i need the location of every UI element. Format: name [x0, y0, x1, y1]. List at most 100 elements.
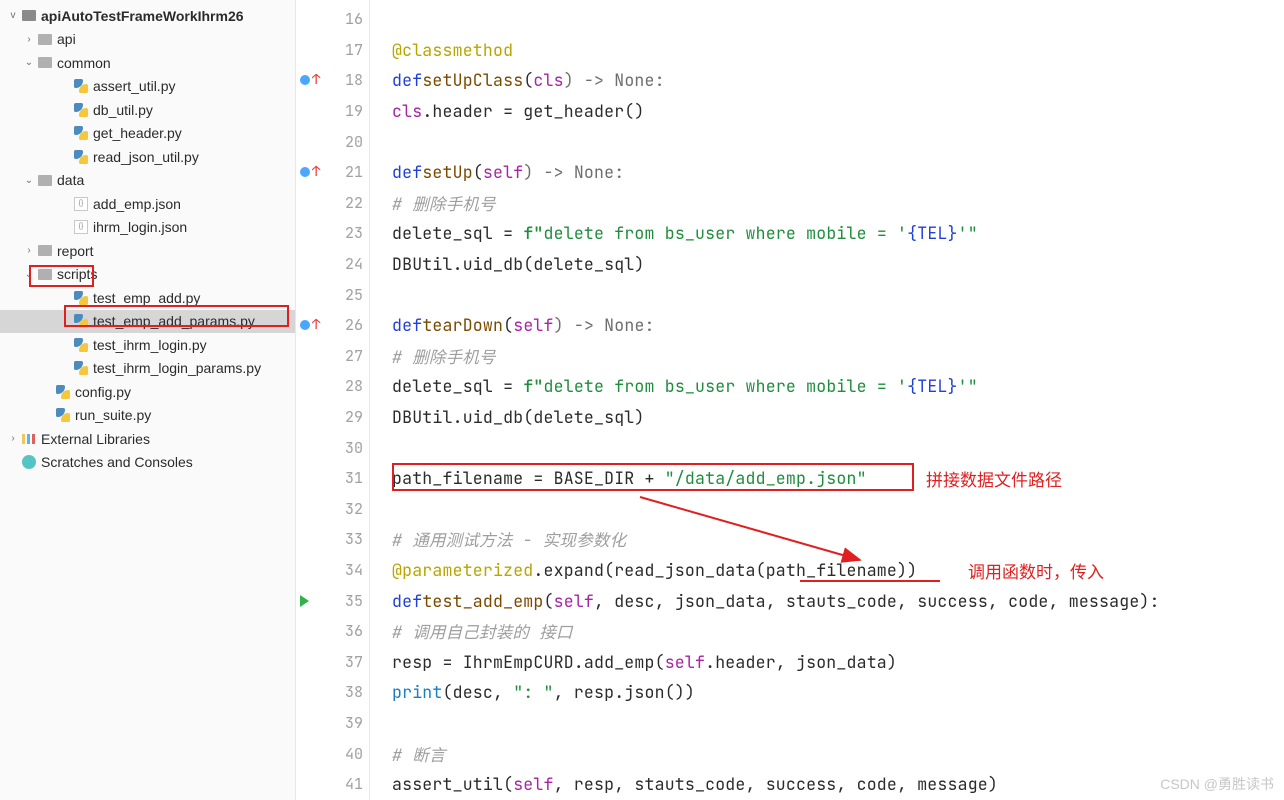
gutter-row[interactable]: 31	[296, 463, 369, 494]
gutter-row[interactable]: 40	[296, 738, 369, 769]
chevron-down-icon[interactable]: ⌄	[22, 57, 36, 68]
project-root[interactable]: v apiAutoTestFrameWorkIhrm26	[0, 4, 295, 28]
tree-item-label: api	[57, 31, 76, 47]
line-number: 23	[339, 223, 363, 243]
gutter-row[interactable]: 16	[296, 4, 369, 35]
line-number: 30	[339, 438, 363, 458]
gutter-row[interactable]: 20	[296, 126, 369, 157]
chevron-down-icon[interactable]: v	[6, 10, 20, 21]
tree-item[interactable]: {}add_emp.json	[0, 192, 295, 216]
line-number: 16	[339, 9, 363, 29]
tree-item-label: ihrm_login.json	[93, 219, 187, 235]
folder-icon	[38, 245, 52, 256]
line-number: 20	[339, 132, 363, 152]
override-marker-icon[interactable]	[300, 75, 310, 85]
line-number: 31	[339, 468, 363, 488]
gutter-row[interactable]: 29	[296, 402, 369, 433]
gutter-row[interactable]: ↑ 21	[296, 157, 369, 188]
python-file-icon	[74, 361, 88, 375]
gutter-row[interactable]: 34	[296, 555, 369, 586]
python-file-icon	[74, 79, 88, 93]
folder-icon	[38, 175, 52, 186]
gutter-row[interactable]: 30	[296, 432, 369, 463]
gutter-row[interactable]: 37	[296, 646, 369, 677]
run-test-icon[interactable]	[300, 595, 309, 607]
tree-item[interactable]: read_json_util.py	[0, 145, 295, 169]
gutter-row[interactable]: 28	[296, 371, 369, 402]
json-file-icon: {}	[74, 197, 88, 211]
tree-item[interactable]: ⌄common	[0, 51, 295, 75]
watermark: CSDN @勇胜读书	[1160, 774, 1274, 794]
folder-icon	[38, 34, 52, 45]
gutter-row[interactable]: ↑ 18	[296, 65, 369, 96]
chevron-right-icon[interactable]: ›	[22, 34, 36, 45]
editor-gutter: 1617↑181920↑2122232425↑26272829303132333…	[296, 0, 370, 800]
tree-item[interactable]: Scratches and Consoles	[0, 451, 295, 475]
project-tree: v apiAutoTestFrameWorkIhrm26 › api ⌄common…	[0, 0, 296, 800]
tree-item-label: report	[57, 243, 94, 259]
override-marker-icon[interactable]	[300, 167, 310, 177]
tree-item[interactable]: › report	[0, 239, 295, 263]
chevron-down-icon[interactable]: ⌄	[22, 175, 36, 186]
gutter-row[interactable]: 23	[296, 218, 369, 249]
python-file-icon	[74, 314, 88, 328]
line-number: 35	[339, 591, 363, 611]
chevron-down-icon[interactable]: ⌄	[22, 269, 36, 280]
line-number: 24	[339, 254, 363, 274]
tree-item[interactable]: db_util.py	[0, 98, 295, 122]
gutter-row[interactable]: 41	[296, 769, 369, 800]
annotation-text-2: 调用函数时，传入	[968, 558, 1104, 583]
tree-item-label: data	[57, 172, 84, 188]
annotation-underline	[800, 580, 940, 582]
tree-item-label: run_suite.py	[75, 407, 151, 423]
tree-item[interactable]: {}ihrm_login.json	[0, 216, 295, 240]
tree-item-label: test_emp_add.py	[93, 290, 200, 306]
gutter-row[interactable]: 38	[296, 677, 369, 708]
tree-item-label: test_ihrm_login_params.py	[93, 360, 261, 376]
override-marker-icon[interactable]	[300, 320, 310, 330]
gutter-row[interactable]: 24	[296, 249, 369, 280]
tree-item[interactable]: get_header.py	[0, 122, 295, 146]
tree-item[interactable]: run_suite.py	[0, 404, 295, 428]
annotation-text-1: 拼接数据文件路径	[926, 466, 1062, 491]
line-number: 36	[339, 621, 363, 641]
line-number: 22	[339, 193, 363, 213]
gutter-row[interactable]: ↑26	[296, 310, 369, 341]
line-number: 21	[339, 162, 363, 182]
tree-item[interactable]: ›External Libraries	[0, 427, 295, 451]
gutter-row[interactable]: 27	[296, 341, 369, 372]
line-number: 40	[339, 744, 363, 764]
tree-item[interactable]: ⌄scripts	[0, 263, 295, 287]
line-number: 17	[339, 40, 363, 60]
python-file-icon	[56, 408, 70, 422]
line-number: 19	[339, 101, 363, 121]
line-number: 18	[339, 70, 363, 90]
python-file-icon	[74, 126, 88, 140]
gutter-row[interactable]: 19	[296, 96, 369, 127]
tree-item[interactable]: › api	[0, 28, 295, 52]
python-file-icon	[74, 150, 88, 164]
gutter-row[interactable]: 32	[296, 494, 369, 525]
arrow-up-icon: ↑	[312, 316, 320, 334]
tree-item[interactable]: ⌄ data	[0, 169, 295, 193]
chevron-right-icon[interactable]: ›	[22, 245, 36, 256]
tree-item[interactable]: assert_util.py	[0, 75, 295, 99]
arrow-up-icon: ↑	[312, 71, 320, 89]
code-editor[interactable]: @classmethod def setUpClass(cls) -> None…	[370, 0, 1284, 800]
tree-item[interactable]: test_ihrm_login_params.py	[0, 357, 295, 381]
arrow-up-icon: ↑	[312, 163, 320, 181]
gutter-row[interactable]: 25	[296, 279, 369, 310]
gutter-row[interactable]: 39	[296, 708, 369, 739]
gutter-row[interactable]: 22	[296, 188, 369, 219]
tree-item[interactable]: test_emp_add.py	[0, 286, 295, 310]
line-number: 29	[339, 407, 363, 427]
tree-item[interactable]: test_ihrm_login.py	[0, 333, 295, 357]
chevron-right-icon[interactable]: ›	[6, 433, 20, 444]
tree-item[interactable]: test_emp_add_params.py	[0, 310, 295, 334]
tree-item[interactable]: config.py	[0, 380, 295, 404]
gutter-row[interactable]: 17	[296, 35, 369, 66]
folder-icon	[38, 269, 52, 280]
gutter-row[interactable]: 35	[296, 585, 369, 616]
gutter-row[interactable]: 36	[296, 616, 369, 647]
gutter-row[interactable]: 33	[296, 524, 369, 555]
